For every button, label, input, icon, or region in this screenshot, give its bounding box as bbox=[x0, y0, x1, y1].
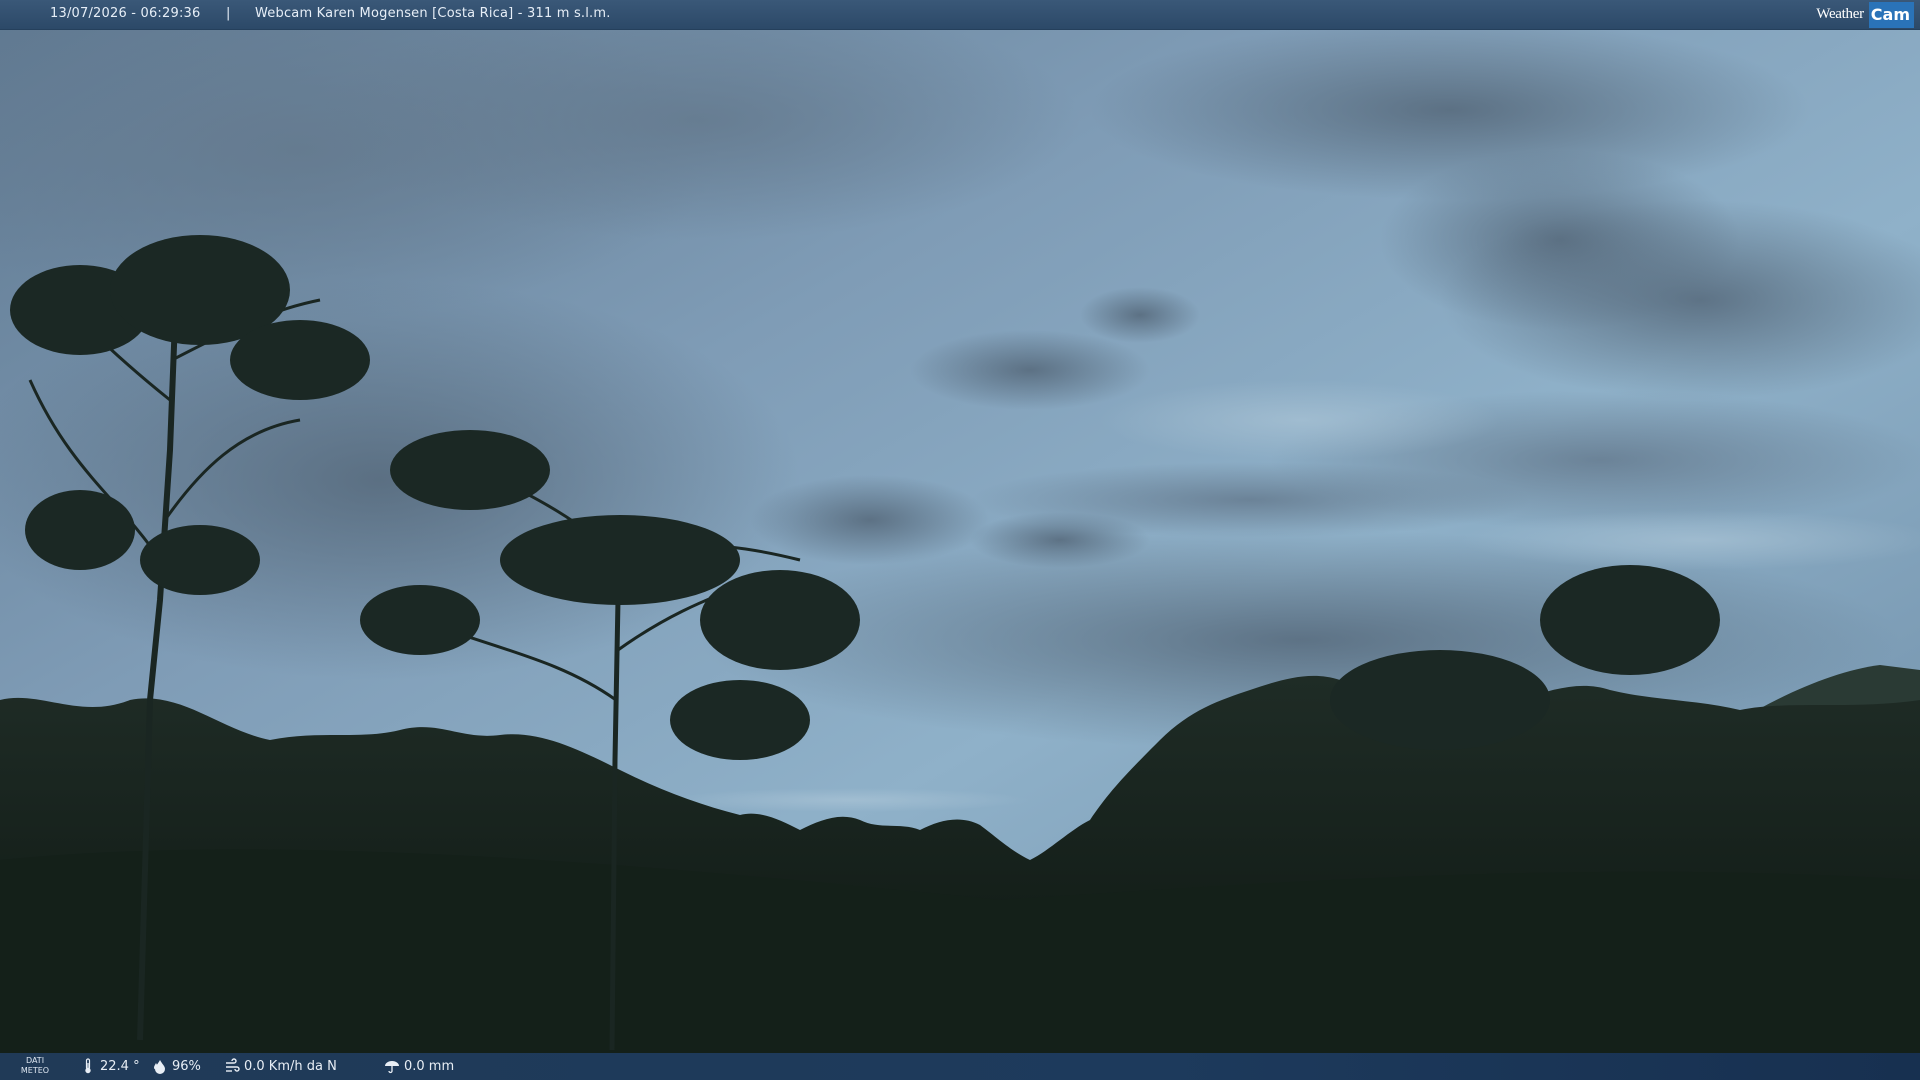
logo-weather-text: Weather bbox=[1816, 6, 1864, 22]
webcam-title: Webcam Karen Mogensen [Costa Rica] - 311… bbox=[255, 6, 611, 21]
humidity-value: 96% bbox=[172, 1058, 201, 1074]
rain-reading: 0.0 mm bbox=[384, 1058, 454, 1074]
wind-icon bbox=[226, 1058, 240, 1072]
wind-value: 0.0 Km/h da N bbox=[244, 1058, 337, 1074]
rain-gauge-icon bbox=[385, 1061, 399, 1074]
logo-cam-text: Cam bbox=[1868, 1, 1914, 28]
weather-data-label: DATI METEO bbox=[20, 1056, 50, 1075]
thermometer-icon bbox=[85, 1058, 91, 1074]
weather-data-bar: DATI METEO 22.4 ° 96% 0.0 Km/h da N 0.0 … bbox=[0, 1053, 1920, 1080]
temperature-reading: 22.4 ° bbox=[80, 1058, 140, 1074]
webcam-image bbox=[0, 0, 1920, 1080]
humidity-reading: 96% bbox=[152, 1058, 201, 1074]
wind-reading: 0.0 Km/h da N bbox=[224, 1058, 337, 1074]
header-separator: | bbox=[226, 6, 231, 21]
weathercam-logo[interactable]: Weather Cam bbox=[1816, 0, 1920, 29]
rain-value: 0.0 mm bbox=[404, 1058, 455, 1074]
timestamp: 13/07/2026 - 06:29:36 bbox=[50, 6, 201, 21]
humidity-icon bbox=[154, 1060, 165, 1074]
temperature-value: 22.4 ° bbox=[100, 1058, 140, 1074]
webcam-header-bar: 13/07/2026 - 06:29:36 | Webcam Karen Mog… bbox=[0, 0, 1920, 30]
